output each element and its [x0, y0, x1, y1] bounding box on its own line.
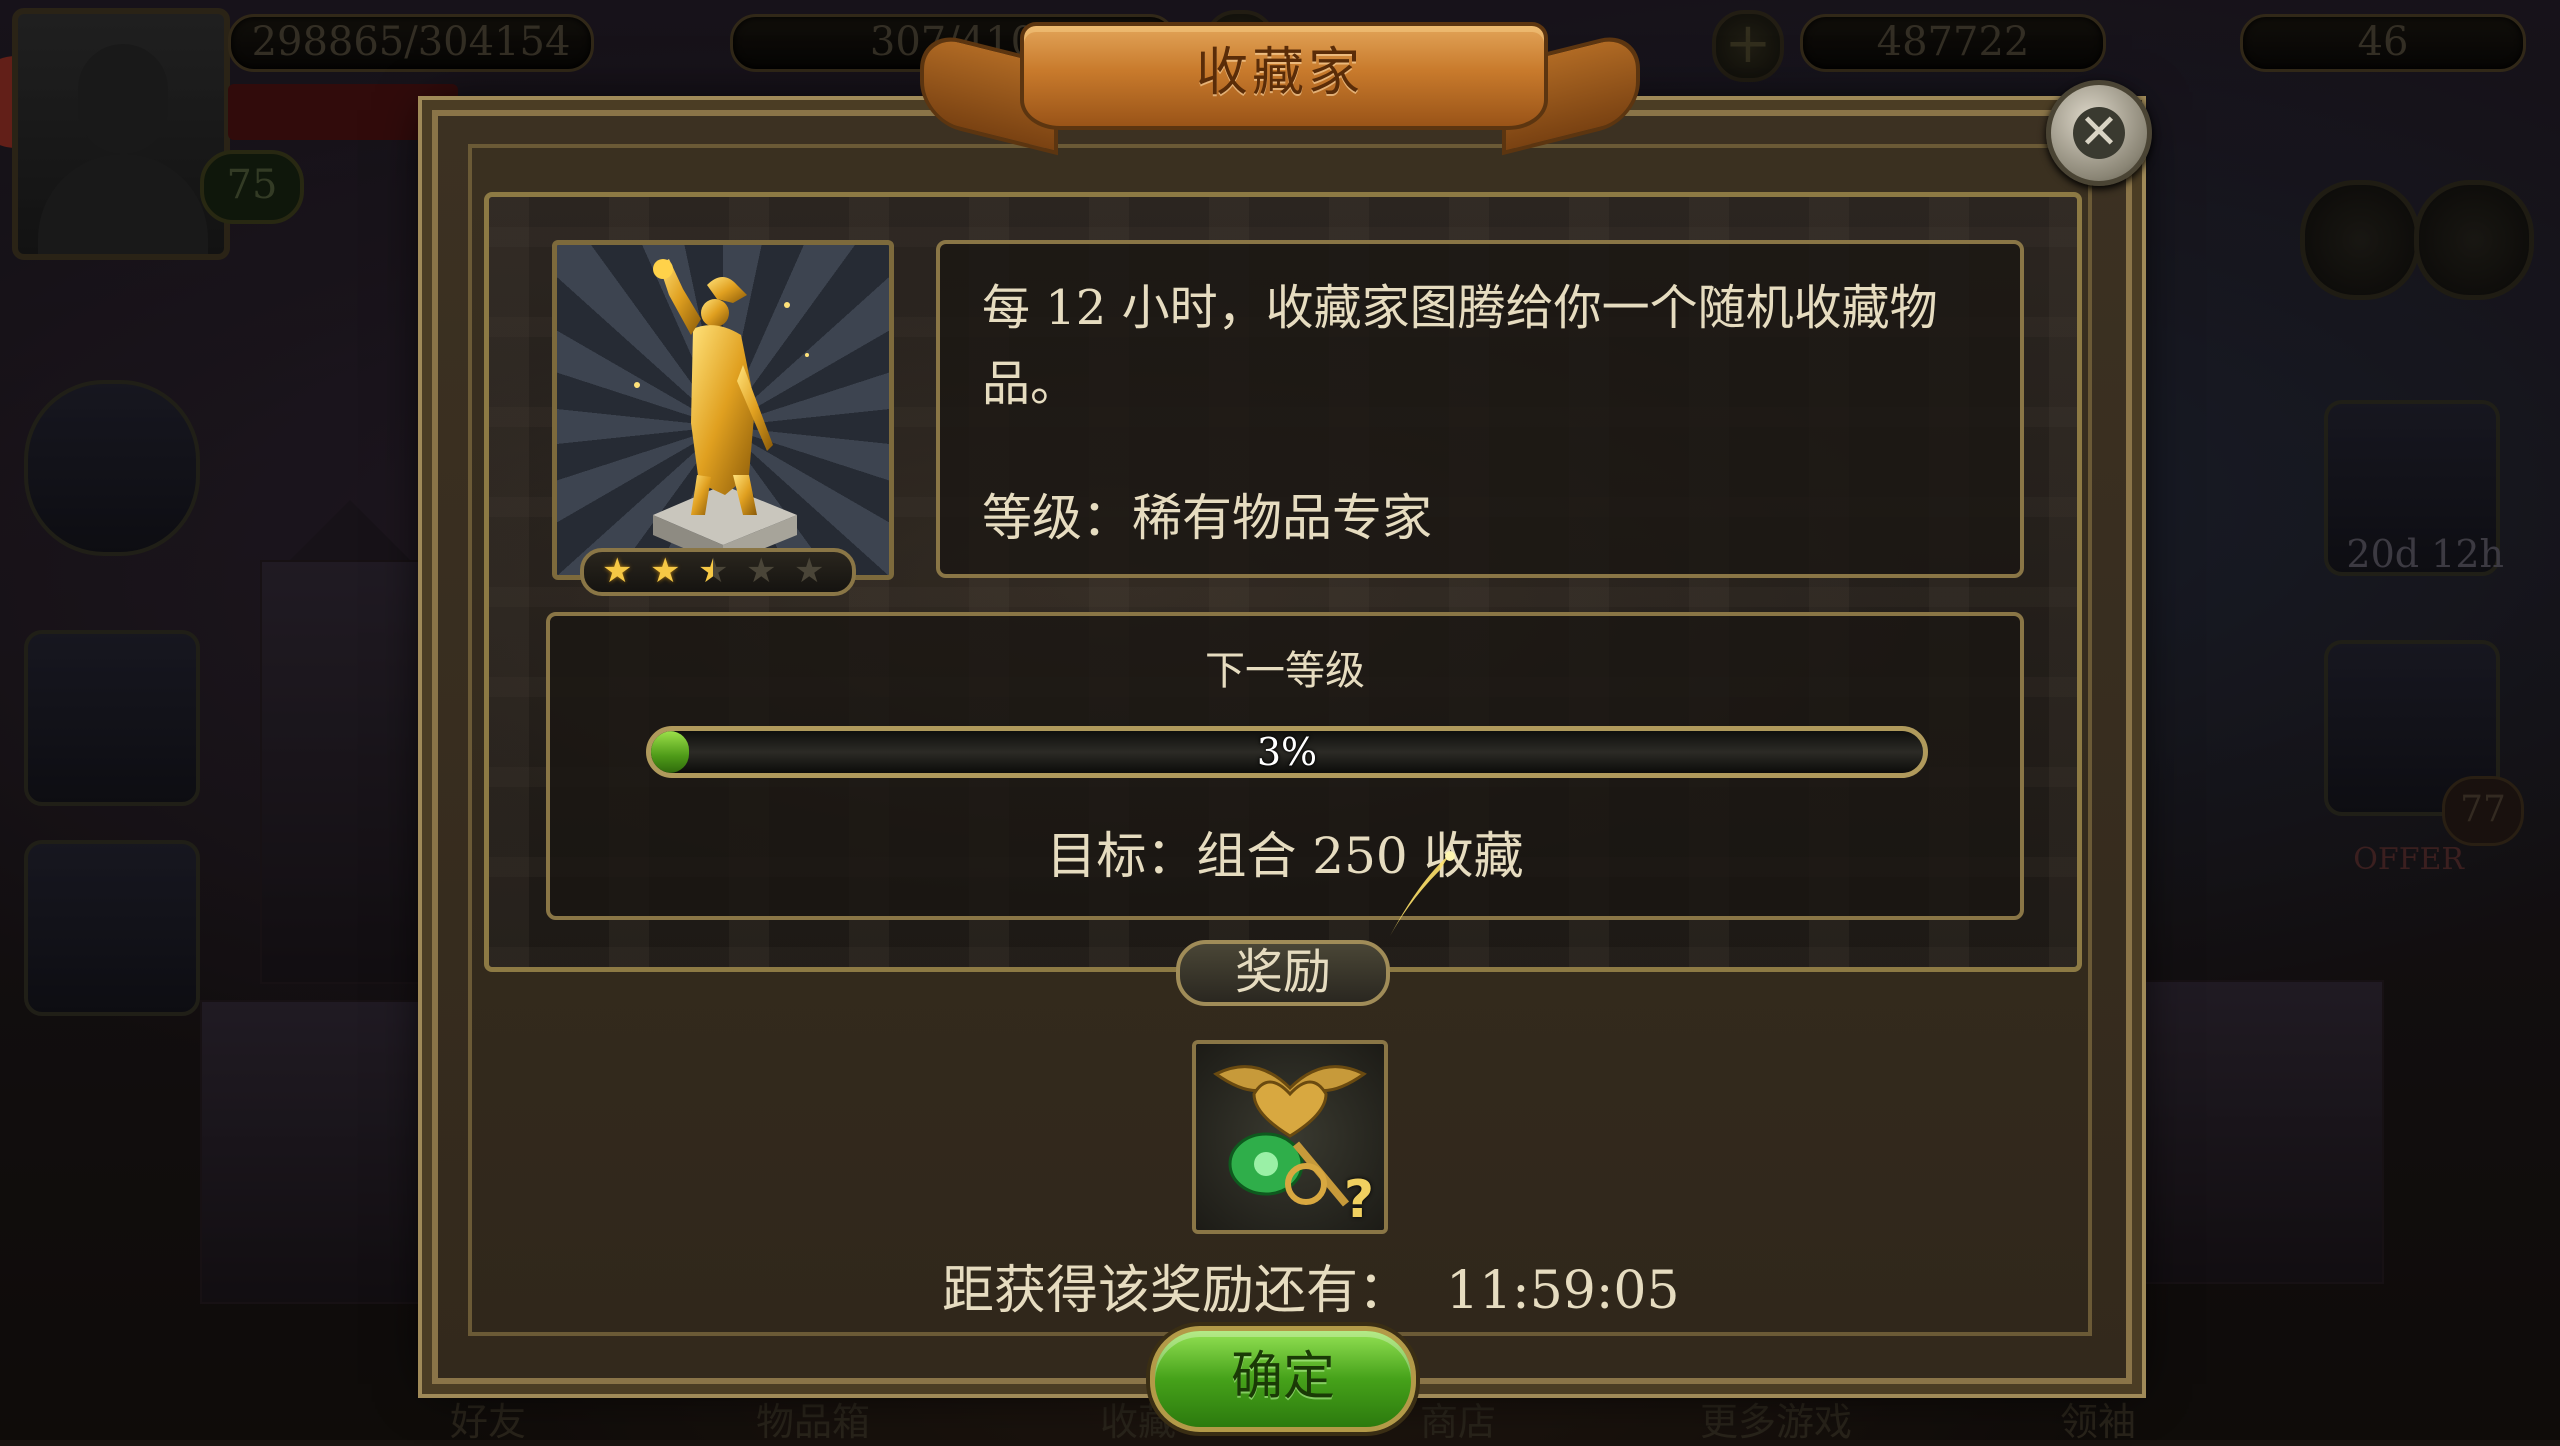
- title-ribbon: 收藏家: [920, 12, 1640, 156]
- reward-countdown-label: 距获得该奖励还有：: [942, 1261, 1411, 1321]
- reward-countdown-time: 11:59:05: [1446, 1261, 1680, 1321]
- dialog-title: 收藏家: [1195, 43, 1364, 103]
- sparkle-icon: [1390, 851, 1455, 936]
- reward-unknown-marker: ?: [1343, 1170, 1374, 1230]
- reward-tab: 奖励: [1176, 940, 1390, 1006]
- star-icon: ★: [602, 551, 633, 591]
- description-text: 每 12 小时，收藏家图腾给你一个随机收藏物品。: [982, 280, 1938, 412]
- star-icon: ★: [698, 551, 729, 591]
- description-box: 每 12 小时，收藏家图腾给你一个随机收藏物品。 等级：稀有物品专家: [936, 240, 2024, 578]
- progress-percent: 3%: [1256, 730, 1318, 774]
- next-level-box: 下一等级 3% 目标：组合 250 收藏: [546, 612, 2024, 920]
- star-icon: ★: [794, 551, 825, 591]
- rarity-stars: ★ ★ ★ ★ ★: [580, 548, 856, 596]
- goal-text: 目标：组合 250 收藏: [1046, 827, 1524, 885]
- confirm-button[interactable]: 确定: [1150, 1326, 1416, 1432]
- reward-item-icon[interactable]: ?: [1192, 1040, 1388, 1234]
- rank-level-text: 等级：稀有物品专家: [982, 489, 1432, 547]
- collector-totem-image: [552, 240, 894, 580]
- progress-bar: 3%: [646, 726, 1928, 778]
- reward-countdown: 距获得该奖励还有： 11:59:05: [942, 1248, 1680, 1323]
- star-icon: ★: [746, 551, 777, 591]
- star-icon: ★: [650, 551, 681, 591]
- close-button[interactable]: ✕: [2046, 80, 2152, 186]
- golden-statue-icon: [634, 259, 809, 565]
- close-icon: ✕: [2073, 107, 2125, 159]
- next-level-label: 下一等级: [1205, 648, 1365, 694]
